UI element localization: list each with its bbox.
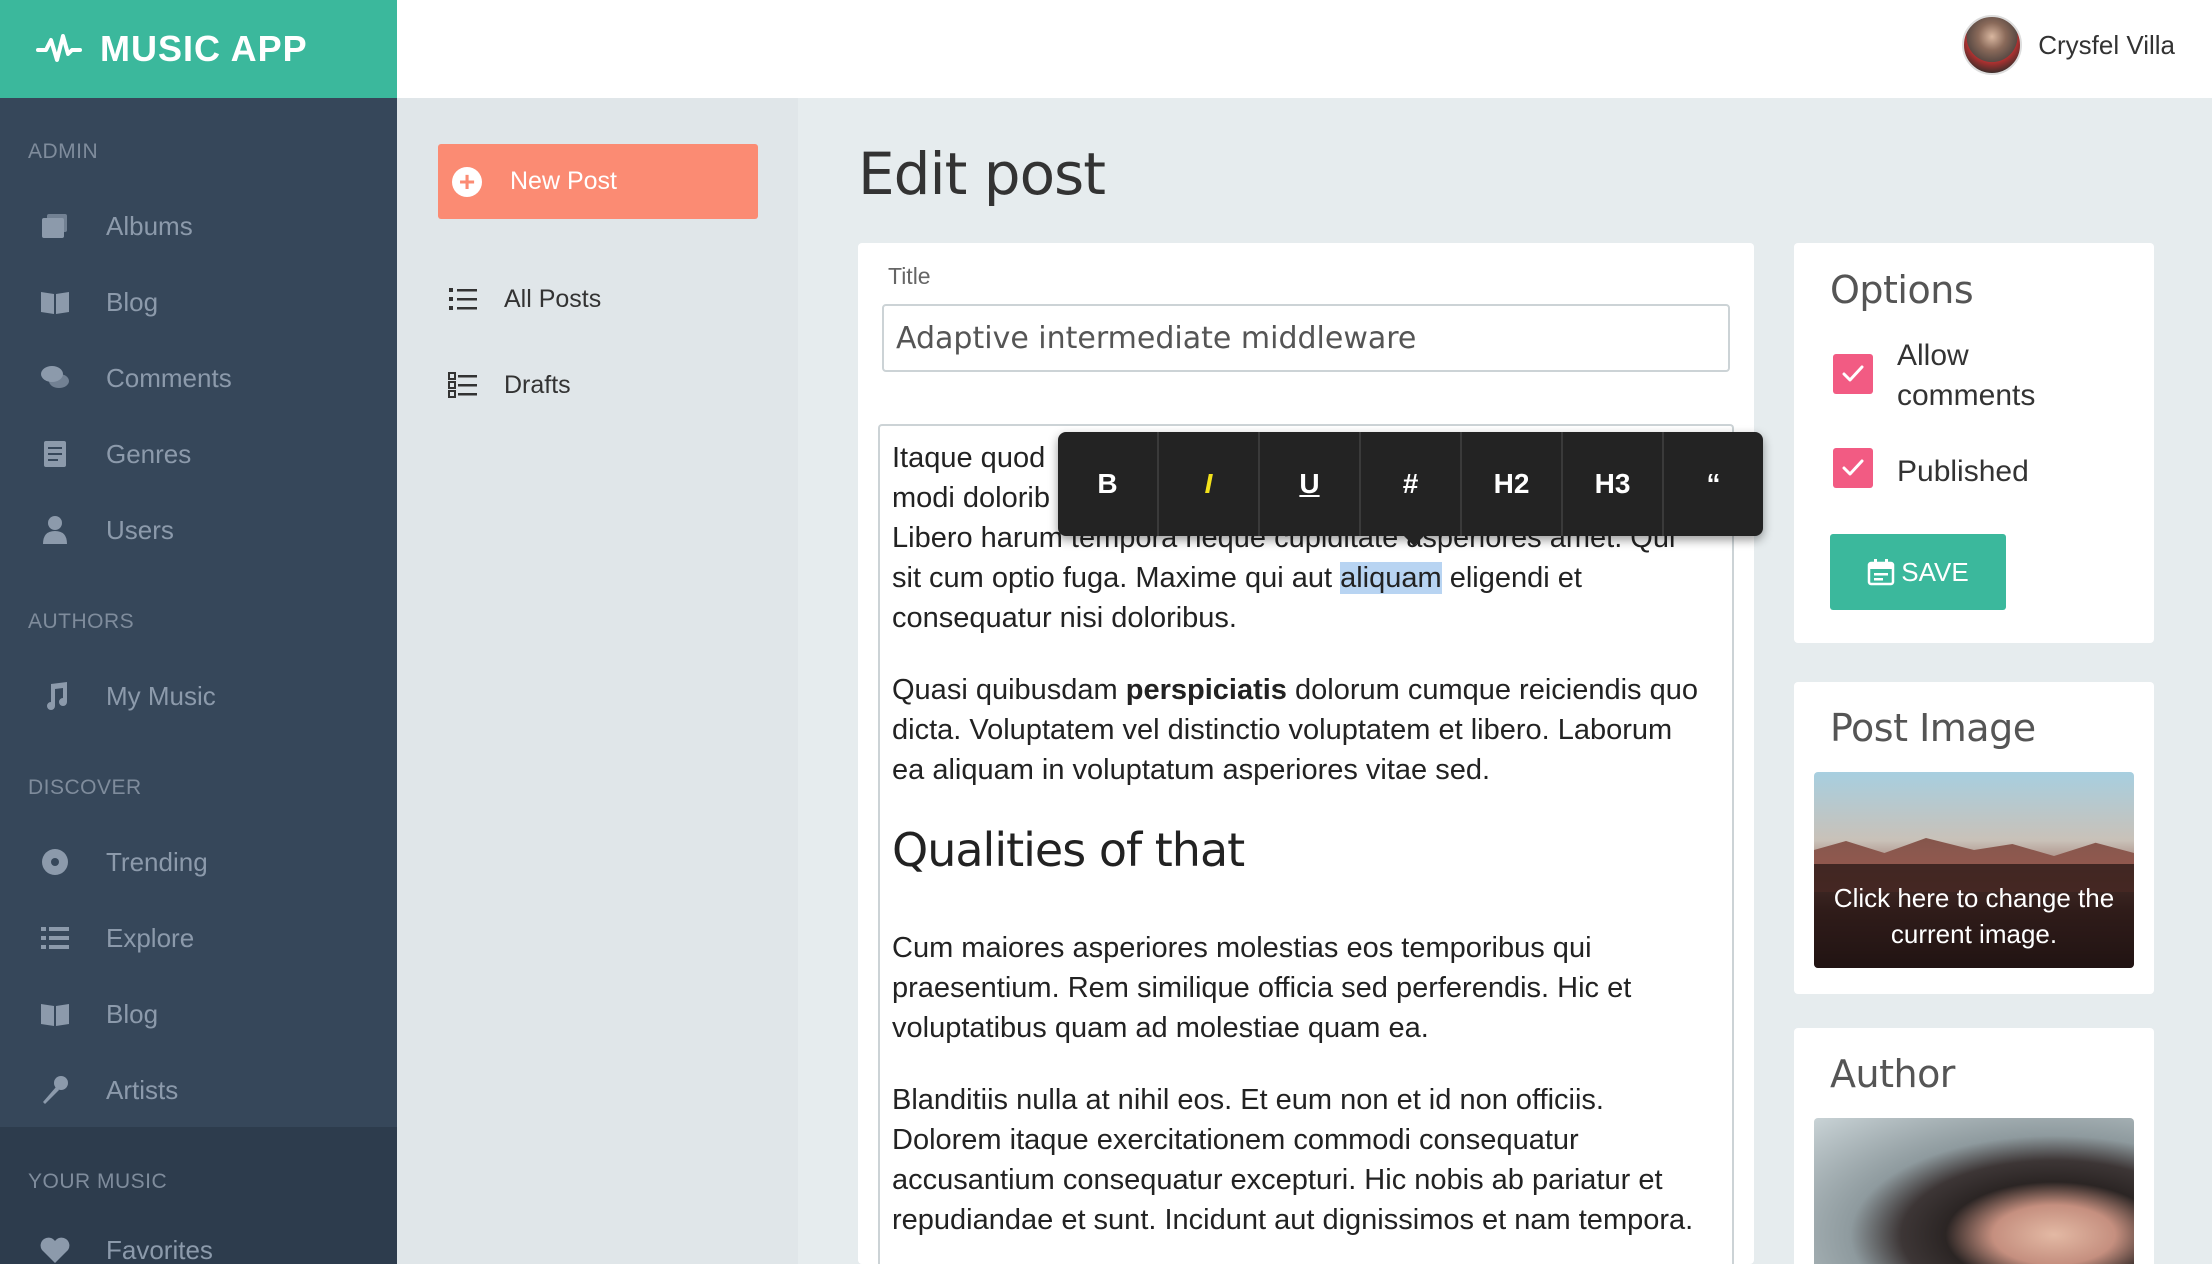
save-button[interactable]: SAVE	[1830, 534, 2006, 610]
nav-all-posts[interactable]: All Posts	[448, 284, 601, 314]
text-run: Itaque quod	[892, 442, 1046, 474]
bold-text: perspiciatis	[1125, 674, 1287, 706]
title-input[interactable]: Adaptive intermediate middleware	[882, 304, 1730, 372]
paragraph: Blanditiis nulla at nihil eos. Et eum no…	[892, 1084, 1694, 1236]
new-post-label: New Post	[510, 167, 617, 195]
h3-button[interactable]: H3	[1563, 432, 1664, 536]
user-icon	[38, 513, 72, 547]
selected-text[interactable]: aliquam	[1340, 562, 1442, 594]
album-icon	[38, 209, 72, 243]
list-ordered-icon	[449, 288, 477, 310]
checkmark-icon	[1842, 365, 1864, 382]
music-note-icon	[38, 679, 72, 713]
sidebar-item-albums[interactable]: Albums	[38, 206, 193, 246]
sidebar-item-my-music[interactable]: My Music	[38, 676, 216, 716]
allow-comments-checkbox[interactable]	[1833, 354, 1873, 394]
comments-icon	[38, 361, 72, 395]
sidebar-item-comments[interactable]: Comments	[38, 358, 232, 398]
user-menu[interactable]: Crysfel Villa	[1962, 15, 2175, 75]
nav-drafts[interactable]: Drafts	[448, 370, 571, 400]
paragraph: Cum maiores asperiores molestias eos tem…	[892, 932, 1632, 1044]
book-open-icon	[38, 285, 72, 319]
sidebar-item-genres[interactable]: Genres	[38, 434, 191, 474]
sidebar-item-label: Users	[106, 514, 174, 545]
nav-all-posts-label: All Posts	[504, 284, 602, 313]
section-heading-admin: ADMIN	[28, 140, 99, 163]
change-image-overlay[interactable]: Click here to change the current image.	[1814, 864, 2134, 968]
save-label: SAVE	[1901, 556, 1969, 587]
bold-button[interactable]: B	[1058, 432, 1159, 536]
list-icon	[38, 921, 72, 955]
sidebar-item-label: Albums	[106, 210, 193, 241]
pulse-logo-icon	[36, 34, 82, 62]
heart-icon	[38, 1233, 72, 1264]
sidebar-item-users[interactable]: Users	[38, 510, 174, 550]
top-bar: Crysfel Villa	[397, 0, 2212, 98]
author-photo[interactable]	[1814, 1118, 2134, 1264]
post-image-heading: Post Image	[1830, 706, 2036, 750]
sidebar-item-label: Blog	[106, 998, 159, 1029]
avatar[interactable]	[1962, 15, 2023, 75]
checkmark-icon	[1842, 459, 1864, 476]
text-run: Quasi quibusdam	[892, 674, 1126, 706]
h2-button[interactable]: H2	[1462, 432, 1563, 536]
calendar-save-icon	[1868, 559, 1895, 586]
published-checkbox[interactable]	[1833, 448, 1873, 488]
text-run: modi dolorib	[892, 482, 1050, 514]
posts-panel	[397, 98, 798, 1264]
sidebar-item-label: My Music	[106, 680, 216, 711]
sidebar-item-explore[interactable]: Explore	[38, 918, 194, 958]
plus-circle-icon: +	[452, 166, 482, 197]
title-label: Title	[888, 263, 931, 289]
brand[interactable]: MUSIC APP	[0, 0, 397, 98]
rich-text-editor[interactable]: Itaque quod modi dolorib Libero harum tem…	[878, 424, 1734, 1264]
sidebar-item-label: Trending	[106, 846, 208, 877]
list-icon	[448, 372, 477, 398]
options-heading: Options	[1830, 268, 1974, 312]
sidebar-item-discover-blog[interactable]: Blog	[38, 994, 158, 1034]
underline-button[interactable]: U	[1260, 432, 1361, 536]
nav-drafts-label: Drafts	[504, 370, 571, 399]
microphone-icon	[38, 1073, 72, 1107]
brand-name: MUSIC APP	[100, 28, 308, 69]
paragraph: Quasi quibusdam perspiciatis dolorum cum…	[892, 670, 1712, 790]
section-heading-authors: AUTHORS	[28, 610, 135, 633]
editor-content[interactable]: Itaque quod modi dolorib Libero harum tem…	[892, 438, 1712, 1264]
sidebar-item-label: Favorites	[106, 1234, 213, 1264]
allow-comments-label: Allow comments	[1897, 336, 2035, 416]
sidebar-item-blog[interactable]: Blog	[38, 282, 158, 322]
section-heading-discover: DISCOVER	[28, 776, 142, 799]
sidebar-item-label: Genres	[106, 438, 192, 469]
allow-comments-line2: comments	[1897, 379, 2036, 412]
content-heading: Qualities of that	[892, 823, 1245, 877]
sidebar-item-label: Artists	[106, 1074, 179, 1105]
heading1-button[interactable]: #	[1361, 432, 1462, 536]
post-image[interactable]: Click here to change the current image.	[1814, 772, 2134, 968]
sidebar-item-favorites[interactable]: Favorites	[38, 1230, 213, 1264]
sidebar-item-trending[interactable]: Trending	[38, 842, 208, 882]
sidebar-item-label: Comments	[106, 362, 232, 393]
italic-button[interactable]: I	[1159, 432, 1260, 536]
disc-icon	[38, 845, 72, 879]
new-post-button[interactable]: + New Post	[438, 144, 758, 219]
user-name: Crysfel Villa	[2038, 29, 2175, 60]
published-label: Published	[1897, 455, 2029, 488]
section-heading-your-music: YOUR MUSIC	[28, 1170, 168, 1193]
list-document-icon	[38, 437, 72, 471]
page-title: Edit post	[858, 140, 1106, 208]
sidebar-item-artists[interactable]: Artists	[38, 1070, 178, 1110]
sidebar: ADMIN Albums Blog Comments Genres Users …	[0, 98, 397, 1264]
allow-comments-line1: Allow	[1897, 339, 1969, 372]
formatting-toolbar: B I U # H2 H3 “	[1058, 432, 1763, 536]
book-open-icon	[38, 997, 72, 1031]
toolbar-pointer	[1402, 534, 1426, 546]
quote-button[interactable]: “	[1664, 432, 1763, 536]
sidebar-item-label: Explore	[106, 922, 195, 953]
author-heading: Author	[1830, 1052, 1955, 1096]
sidebar-item-label: Blog	[106, 286, 159, 317]
